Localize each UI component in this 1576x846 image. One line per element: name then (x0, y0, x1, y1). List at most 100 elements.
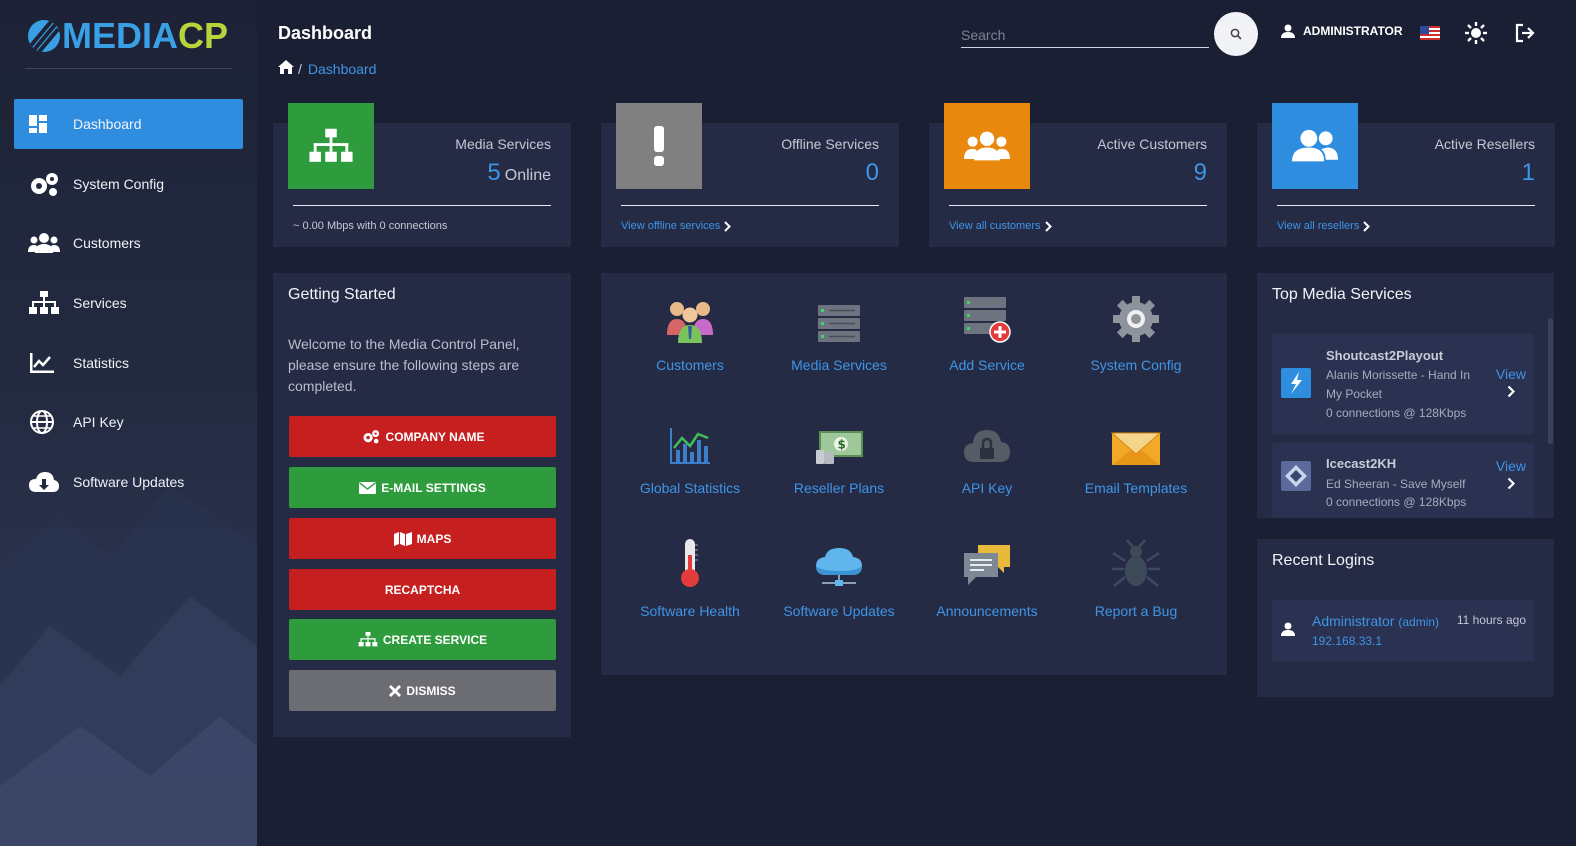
shortcut-reseller-plans[interactable]: $ Reseller Plans (764, 408, 914, 496)
sidebar-item-label: Services (73, 295, 127, 312)
shortcut-label: System Config (1090, 357, 1182, 373)
view-all-customers-link[interactable]: View all customers (949, 220, 1052, 232)
us-flag-icon[interactable] (1420, 26, 1440, 40)
shortcut-label: API Key (961, 480, 1013, 496)
service-track: Alanis Morissette - Hand In My Pocket (1326, 368, 1471, 401)
mediacp-logo[interactable]: MEDIA CP (28, 15, 228, 56)
scrollbar[interactable] (1548, 318, 1553, 444)
email-settings-button[interactable]: E-MAIL SETTINGS (289, 467, 556, 508)
cloud-lock-icon (912, 408, 1062, 466)
recaptcha-button[interactable]: RECAPTCHA (289, 569, 556, 610)
sidebar-item-dashboard[interactable]: Dashboard (14, 99, 243, 149)
gears-icon (28, 171, 60, 197)
stat-value: 9 (1193, 159, 1207, 186)
link-label: View offline services (621, 220, 721, 232)
list-item[interactable]: Shoutcast2Playout Alanis Morissette - Ha… (1272, 334, 1534, 434)
shortcut-add-service[interactable]: Add Service (912, 285, 1062, 373)
shortcut-label: Customers (656, 357, 724, 373)
service-name: Icecast2KH (1326, 456, 1397, 471)
user-friends-icon (1272, 103, 1358, 189)
stat-label: Offline Services (781, 136, 879, 152)
button-label: MAPS (416, 531, 452, 546)
sidebar-item-system-config[interactable]: System Config (14, 159, 243, 209)
sidebar-item-customers[interactable]: Customers (14, 218, 243, 268)
login-user-name: Administrator (1312, 613, 1395, 629)
user-icon (1281, 24, 1295, 38)
shortcut-email-templates[interactable]: Email Templates (1061, 408, 1211, 496)
cloud-network-icon (764, 531, 914, 589)
shortcut-software-health[interactable]: Software Health (615, 531, 765, 619)
sidebar-item-services[interactable]: Services (14, 278, 243, 328)
close-icon (389, 684, 402, 697)
shortcut-label: Add Service (949, 357, 1025, 373)
service-name: Shoutcast2Playout (1326, 348, 1444, 363)
home-icon[interactable] (278, 60, 294, 77)
logout-icon[interactable] (1515, 23, 1535, 43)
sidebar-item-software-updates[interactable]: Software Updates (14, 457, 243, 507)
button-label: COMPANY NAME (385, 429, 485, 444)
company-name-button[interactable]: COMPANY NAME (289, 416, 556, 457)
stat-value: 0 (865, 159, 879, 186)
shortcut-software-updates[interactable]: Software Updates (764, 531, 914, 619)
dismiss-button[interactable]: DISMISS (289, 670, 556, 711)
users-icon (944, 103, 1030, 189)
view-label: View (1495, 458, 1526, 474)
list-item[interactable]: Icecast2KH Ed Sheeran - Save Myself 0 co… (1272, 443, 1534, 518)
globe-icon (28, 409, 60, 435)
search-input[interactable] (961, 22, 1209, 47)
dashboard-icon (28, 111, 60, 137)
getting-started-panel: Getting Started Welcome to the Media Con… (273, 273, 571, 737)
shortcut-system-config[interactable]: System Config (1061, 285, 1211, 373)
shortcut-label: Email Templates (1084, 480, 1188, 496)
stat-card-active-resellers: Active Resellers 1 View all resellers (1257, 103, 1555, 247)
search-button[interactable] (1214, 12, 1258, 56)
stat-divider (293, 205, 551, 206)
create-service-button[interactable]: CREATE SERVICE (289, 619, 556, 660)
breadcrumb-current[interactable]: Dashboard (308, 61, 377, 77)
button-label: RECAPTCHA (384, 582, 461, 597)
breadcrumb-separator: / (298, 60, 302, 77)
sitemap-icon (358, 632, 378, 647)
sidebar-item-api-key[interactable]: API Key (14, 397, 243, 447)
user-menu[interactable]: ADMINISTRATOR (1281, 24, 1403, 38)
sidebar-item-label: System Config (73, 175, 165, 192)
chevron-right-icon (1507, 477, 1516, 490)
maps-button[interactable]: MAPS (289, 518, 556, 559)
logo-text: MEDIA (62, 15, 178, 56)
stat-divider (621, 205, 879, 206)
view-service-button[interactable]: View (1496, 458, 1526, 493)
sidebar-item-label: Statistics (73, 354, 130, 371)
stat-divider (949, 205, 1207, 206)
map-icon (393, 531, 412, 546)
chat-bubbles-icon (912, 531, 1062, 589)
view-offline-services-link[interactable]: View offline services (621, 220, 732, 232)
page-title: Dashboard (278, 23, 373, 43)
view-all-resellers-link[interactable]: View all resellers (1277, 220, 1371, 232)
login-ip[interactable]: 192.168.33.1 (1312, 634, 1382, 648)
login-user-link[interactable]: Administrator (admin) (1312, 613, 1439, 629)
sidebar-divider (25, 68, 232, 69)
button-label: E-MAIL SETTINGS (381, 480, 486, 495)
shortcut-api-key[interactable]: API Key (912, 408, 1062, 496)
shortcut-global-statistics[interactable]: Global Statistics (615, 408, 765, 496)
theme-sun-icon[interactable] (1465, 22, 1487, 44)
envelope-icon (359, 481, 377, 494)
shortcut-label: Report a Bug (1094, 603, 1178, 619)
view-service-button[interactable]: View (1496, 366, 1526, 401)
shortcut-grid: Customers Media Services Add Service Sys… (601, 273, 1227, 675)
svg-text:$: $ (838, 438, 846, 452)
sidebar-item-statistics[interactable]: Statistics (14, 338, 243, 388)
stat-number: 5 (487, 159, 501, 186)
thermometer-icon (615, 531, 765, 589)
shortcut-announcements[interactable]: Announcements (912, 531, 1062, 619)
line-chart-icon (28, 350, 60, 376)
shortcut-label: Announcements (936, 603, 1038, 619)
shortcut-customers[interactable]: Customers (615, 285, 765, 373)
shortcut-report-a-bug[interactable]: Report a Bug (1061, 531, 1211, 619)
login-time: 11 hours ago (1456, 613, 1526, 627)
shortcut-label: Media Services (791, 357, 887, 373)
sidebar: MEDIA CP Dashboard System Config Customer… (0, 0, 257, 846)
shortcut-media-services[interactable]: Media Services (764, 285, 914, 373)
view-label: View (1495, 366, 1526, 382)
getting-started-text: Welcome to the Media Control Panel, plea… (288, 336, 520, 394)
